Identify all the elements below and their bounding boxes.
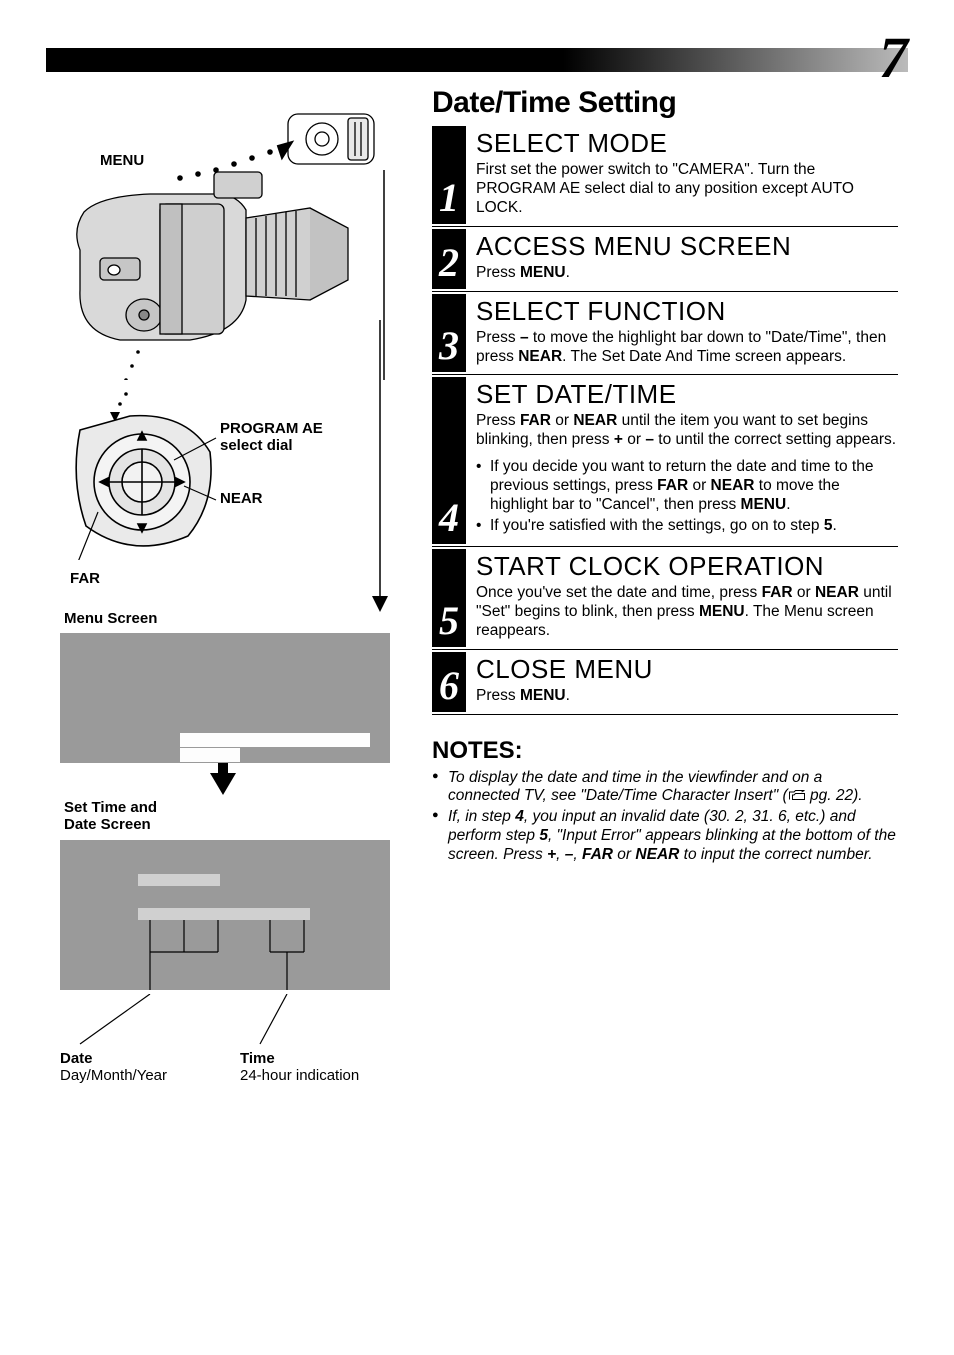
time-heading: Time (240, 1050, 359, 1067)
step-title: SET DATE/TIME (476, 379, 898, 410)
header-bar (46, 48, 908, 72)
down-arrow-icon (210, 773, 236, 795)
step-number: 1 (432, 126, 466, 224)
step-body: SELECT FUNCTIONPress – to move the highl… (466, 294, 898, 373)
step-text: Press MENU. (476, 687, 898, 706)
step-6: 6 CLOSE MENU Press MENU. (432, 652, 898, 715)
right-instructions-column: Date/Time Setting 1SELECT MODEFirst set … (432, 86, 898, 867)
left-illustration-column: MENU (60, 100, 410, 1090)
step-3: 3SELECT FUNCTIONPress – to move the high… (432, 294, 898, 376)
notes-list: To display the date and time in the view… (432, 769, 898, 866)
step-text: First set the power switch to "CAMERA". … (476, 161, 898, 218)
step-number: 3 (432, 294, 466, 373)
notes-heading: NOTES: (432, 737, 898, 765)
step-body: SELECT MODEFirst set the power switch to… (466, 126, 898, 224)
step-number: 4 (432, 377, 466, 543)
step-number: 6 (432, 652, 466, 712)
step-text: Once you've set the date and time, press… (476, 584, 898, 641)
step-title: START CLOCK OPERATION (476, 551, 898, 582)
set-screen-label: Set Time andDate Screen (64, 799, 410, 834)
section-title: Date/Time Setting (432, 86, 898, 120)
note-item: If, in step 4, you input an invalid date… (432, 808, 898, 865)
step-title: SELECT MODE (476, 128, 898, 159)
step-text: Press – to move the highlight bar down t… (476, 329, 898, 367)
step-1: 1SELECT MODEFirst set the power switch t… (432, 126, 898, 227)
date-sub: Day/Month/Year (60, 1067, 167, 1084)
steps-list: 1SELECT MODEFirst set the power switch t… (432, 126, 898, 715)
step-number: 5 (432, 549, 466, 647)
far-label: FAR (70, 570, 100, 587)
dial-illustration: PROGRAM AEselect dial NEAR FAR (60, 390, 400, 590)
step-body: CLOSE MENU Press MENU. (466, 652, 898, 712)
menu-screen-label: Menu Screen (64, 610, 410, 627)
step-body: ACCESS MENU SCREEN Press MENU. (466, 229, 898, 289)
step-text: Press FAR or NEAR until the item you wan… (476, 412, 898, 450)
step-text: Press MENU. (476, 264, 898, 283)
set-time-date-preview (60, 840, 390, 990)
step-bullets: If you decide you want to return the dat… (476, 458, 898, 536)
time-sub: 24-hour indication (240, 1067, 359, 1084)
right-flow-arrow (360, 320, 400, 920)
time-callout: Time 24-hour indication (240, 1050, 359, 1084)
page-number: 7 (879, 24, 908, 91)
step-4: 4SET DATE/TIMEPress FAR or NEAR until th… (432, 377, 898, 546)
date-callout: Date Day/Month/Year (60, 1050, 167, 1084)
step-5: 5START CLOCK OPERATIONOnce you've set th… (432, 549, 898, 650)
camera-drawing (60, 100, 400, 380)
step-2: 2 ACCESS MENU SCREEN Press MENU. (432, 229, 898, 292)
menu-label: MENU (100, 152, 144, 169)
bottom-callouts: Date Day/Month/Year Time 24-hour indicat… (60, 1000, 390, 1090)
note-item: To display the date and time in the view… (432, 769, 898, 807)
step-number: 2 (432, 229, 466, 289)
date-heading: Date (60, 1050, 167, 1067)
menu-screen-preview (60, 633, 390, 763)
dial-drawing (60, 390, 230, 560)
step-title: SELECT FUNCTION (476, 296, 898, 327)
step-title: ACCESS MENU SCREEN (476, 231, 898, 262)
program-ae-label: PROGRAM AEselect dial (220, 420, 323, 455)
step-bullet: If you decide you want to return the dat… (476, 458, 898, 515)
camera-illustration: MENU (60, 100, 400, 380)
step-body: SET DATE/TIMEPress FAR or NEAR until the… (466, 377, 898, 543)
near-label: NEAR (220, 490, 263, 507)
step-bullet: If you're satisfied with the settings, g… (476, 517, 898, 536)
step-body: START CLOCK OPERATIONOnce you've set the… (466, 549, 898, 647)
step-title: CLOSE MENU (476, 654, 898, 685)
